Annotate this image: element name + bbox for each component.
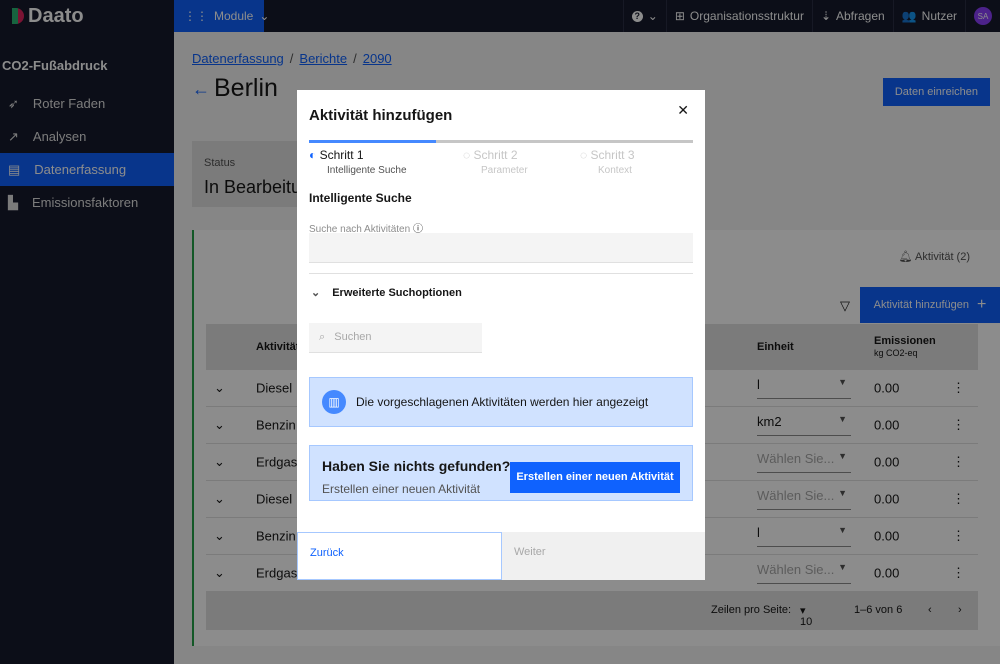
- create-activity-button[interactable]: Erstellen einer neuen Aktivität: [510, 462, 680, 493]
- activity-search-input[interactable]: [309, 233, 693, 263]
- step-3[interactable]: ◌ Schritt 3 Kontext: [580, 148, 635, 176]
- search-icon: ⌕: [319, 331, 326, 343]
- advanced-options-toggle[interactable]: ⌄ Erweiterte Suchoptionen: [311, 286, 462, 299]
- database-icon: ▥: [322, 390, 346, 414]
- progress-bar: [309, 140, 693, 143]
- chevron-down-icon: ⌄: [311, 287, 321, 299]
- close-icon[interactable]: ✕: [677, 102, 689, 119]
- step-incomplete-icon: ◌: [463, 148, 471, 162]
- step-2[interactable]: ◌ Schritt 2 Parameter: [463, 148, 528, 176]
- back-button[interactable]: Zurück: [297, 532, 502, 580]
- step-incomplete-icon: ◌: [580, 148, 588, 162]
- add-activity-modal: Aktivität hinzufügen ✕ ◐ Schritt 1 Intell…: [297, 90, 705, 580]
- modal-title: Aktivität hinzufügen: [309, 107, 453, 124]
- next-button[interactable]: Weiter: [502, 532, 705, 580]
- search-field[interactable]: ⌕ Suchen: [309, 323, 482, 353]
- suggestions-info: ▥ Die vorgeschlagenen Aktivitäten werden …: [309, 377, 693, 427]
- section-title: Intelligente Suche: [309, 191, 412, 205]
- step-1[interactable]: ◐ Schritt 1 Intelligente Suche: [309, 148, 407, 176]
- step-current-icon: ◐: [309, 148, 317, 162]
- not-found-panel: Haben Sie nichts gefunden? Erstellen ein…: [309, 445, 693, 501]
